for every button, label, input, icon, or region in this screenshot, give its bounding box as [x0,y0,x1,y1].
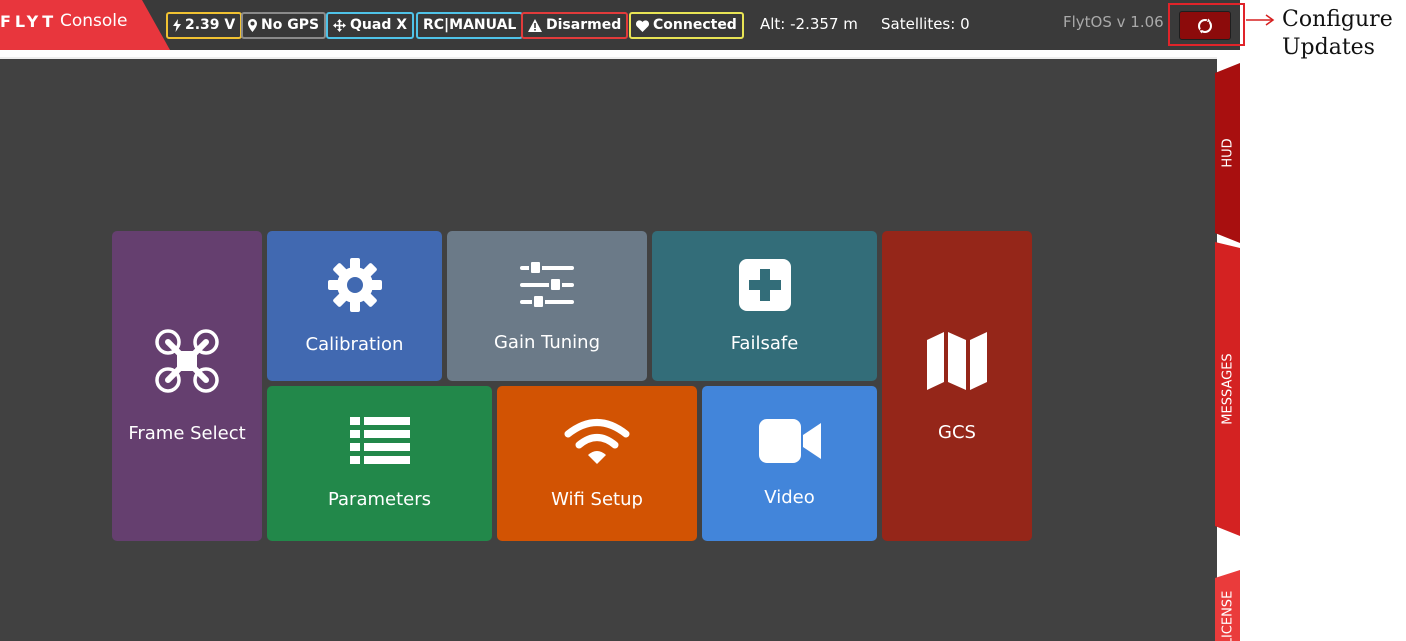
logo[interactable]: FLYT Console [0,0,170,50]
tile-video[interactable]: Video [702,386,877,541]
frame-badge: Quad X [326,12,415,39]
warning-icon [528,19,542,32]
configure-updates-annotation: Configure Updates [1282,6,1393,62]
wifi-icon [564,419,630,464]
tile-wifi-setup-label: Wifi Setup [551,489,643,510]
logo-brand: FLYT [0,12,58,31]
tile-parameters[interactable]: Parameters [267,386,492,541]
arm-status-value: Disarmed [546,17,622,33]
drone-icon [155,328,219,393]
tile-gain-tuning-label: Gain Tuning [493,331,601,353]
plus-square-icon [738,258,791,311]
sliders-icon [520,259,574,309]
flytos-version: FlytOS v 1.06 [1063,13,1164,31]
altitude-readout: Alt: -2.357 m [760,15,858,33]
tile-calibration-label: Calibration [305,333,404,355]
gps-value: No GPS [261,17,320,33]
voltage-value: 2.39 V [185,17,236,33]
tile-gcs-label: GCS [938,421,976,443]
connection-value: Connected [653,17,737,33]
annotation-line-1: Configure [1282,7,1393,32]
annotation-line-2: Updates [1282,35,1375,60]
update-button-highlight [1168,3,1245,46]
annotation-arrow [1246,14,1275,26]
tab-hud[interactable]: HUD [1215,63,1240,243]
tile-frame-select-label: Frame Select [128,422,246,444]
gear-icon [327,257,382,312]
video-camera-icon [758,419,821,463]
move-arrows-icon [333,19,346,32]
tab-messages[interactable]: MESSAGES [1215,242,1240,536]
tile-frame-select[interactable]: Frame Select [112,231,262,541]
refresh-icon [1198,18,1212,33]
list-icon [349,417,410,464]
connection-badge: Connected [629,12,744,39]
tile-gain-tuning[interactable]: Gain Tuning [447,231,647,381]
tile-video-label: Video [764,487,815,508]
flight-mode-badge: RC|MANUAL [416,12,524,39]
map-marker-icon [248,19,257,32]
voltage-badge: 2.39 V [166,12,243,39]
satellites-readout: Satellites: 0 [881,15,970,33]
tab-license-label: LICENSE [1220,590,1235,641]
gps-badge: No GPS [241,12,327,39]
flight-mode-value: RC|MANUAL [423,17,517,33]
arm-status-badge: Disarmed [521,12,629,39]
tile-failsafe-label: Failsafe [730,332,799,354]
map-icon [927,331,987,390]
tile-wifi-setup[interactable]: Wifi Setup [497,386,697,541]
heart-icon [636,19,649,32]
tile-gcs[interactable]: GCS [882,231,1032,541]
tile-parameters-label: Parameters [327,489,432,510]
tab-license[interactable]: LICENSE [1215,570,1240,641]
tab-hud-label: HUD [1220,138,1235,168]
top-bar: FLYT Console 2.39 V No GPS Quad X RC|MAN… [0,0,1240,50]
tile-failsafe[interactable]: Failsafe [652,231,877,381]
tab-messages-label: MESSAGES [1220,353,1235,425]
tile-calibration[interactable]: Calibration [267,231,442,381]
frame-value: Quad X [350,17,408,33]
logo-console: Console [60,11,128,31]
update-button[interactable] [1179,11,1231,40]
bolt-icon [173,19,181,32]
